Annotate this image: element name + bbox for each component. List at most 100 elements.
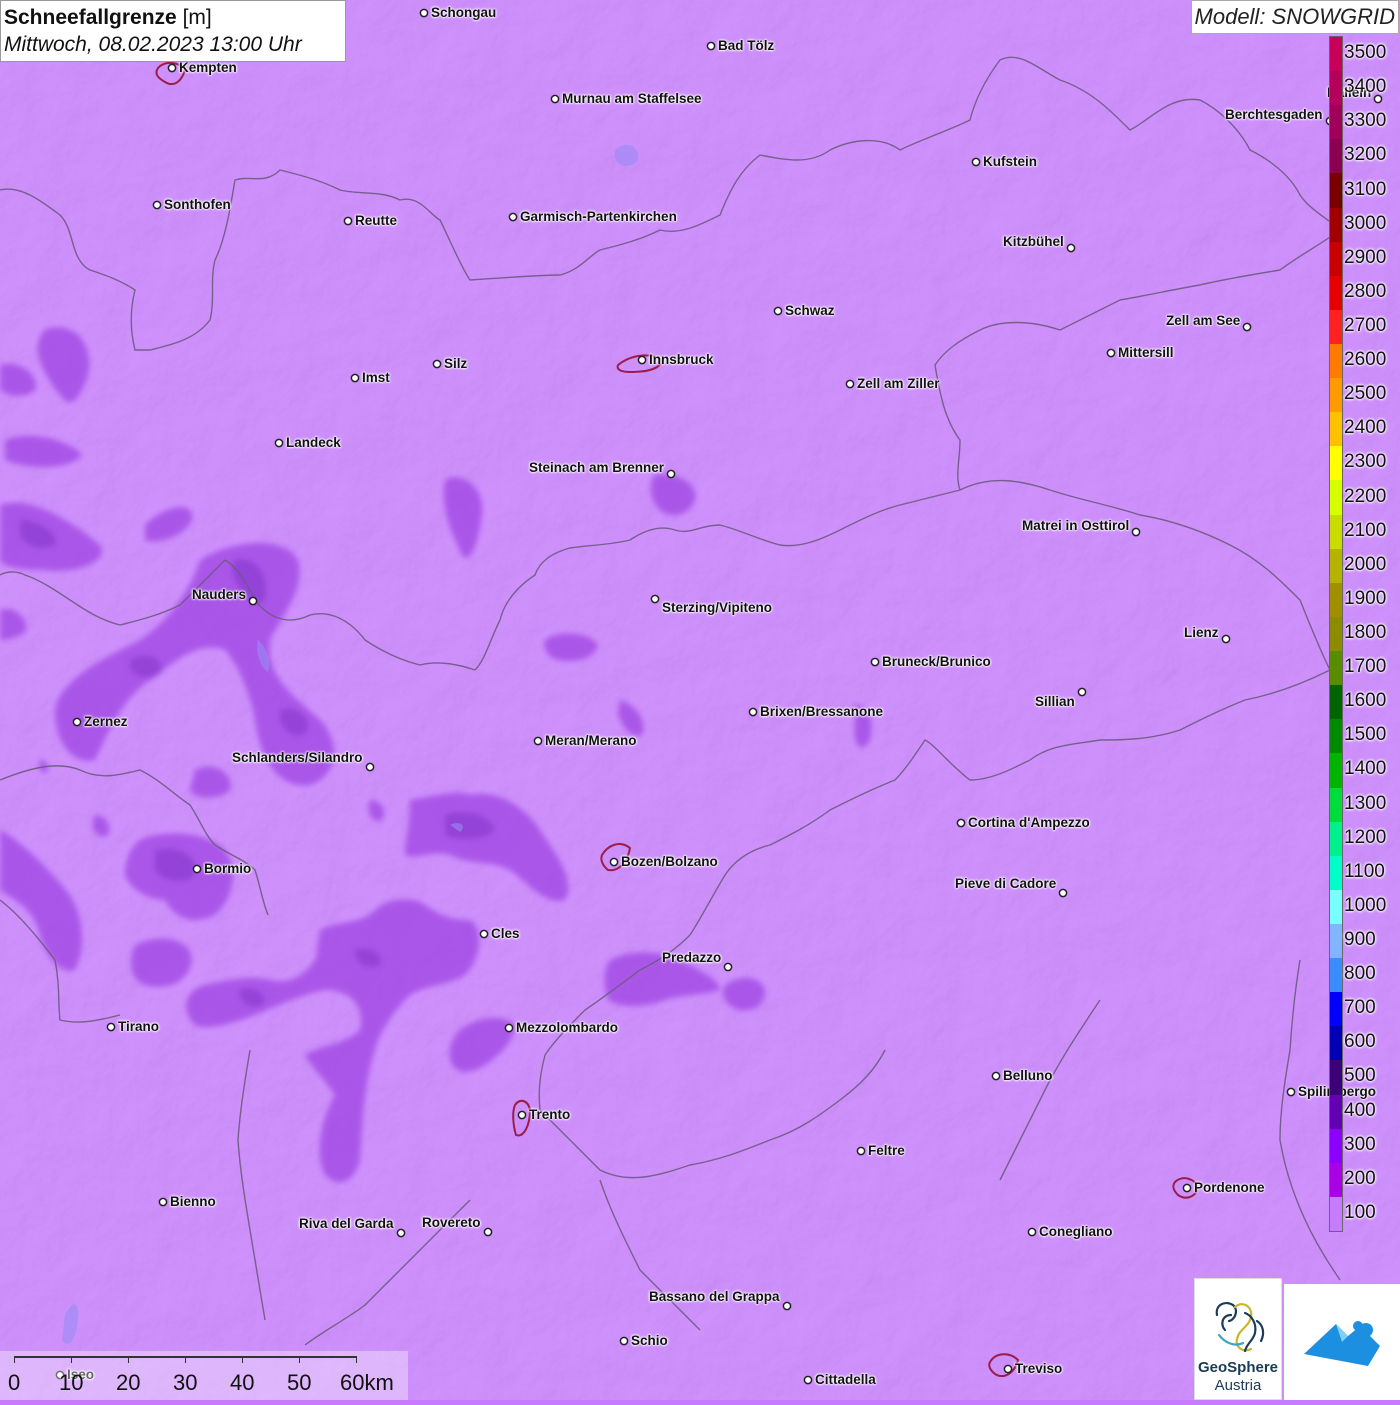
place-marker-icon: [504, 1023, 514, 1033]
legend-label: 2700: [1344, 314, 1387, 336]
legend-label: 1100: [1344, 860, 1385, 882]
place-marker-icon: [748, 707, 758, 717]
geosphere-logo[interactable]: GeoSphere Austria: [1194, 1278, 1282, 1400]
legend-step: [1330, 275, 1342, 311]
place-label[interactable]: Brixen/Bressanone: [760, 704, 883, 720]
place-label[interactable]: Kufstein: [983, 154, 1037, 170]
legend-step: [1330, 821, 1342, 857]
place-label[interactable]: Conegliano: [1039, 1224, 1113, 1240]
place-label[interactable]: Nauders: [192, 587, 246, 603]
legend-label: 3400: [1344, 76, 1387, 98]
legend-label: 900: [1344, 929, 1376, 951]
place-marker-icon: [1131, 527, 1141, 537]
scale-label: 40: [230, 1370, 255, 1395]
place-label[interactable]: Imst: [362, 370, 390, 386]
place-label[interactable]: Feltre: [868, 1143, 905, 1159]
place-marker-icon: [274, 438, 284, 448]
place-label[interactable]: Reutte: [355, 213, 397, 229]
place-marker-icon: [782, 1301, 792, 1311]
place-label[interactable]: Tirano: [118, 1019, 159, 1035]
scale-tick: [71, 1356, 72, 1363]
place-marker-icon: [248, 596, 258, 606]
legend-step: [1330, 1026, 1342, 1061]
legend-label: 2300: [1344, 451, 1387, 473]
legend-label: 1900: [1344, 587, 1387, 609]
snow-app-icon: [1304, 1321, 1380, 1366]
place-label[interactable]: Trento: [529, 1107, 570, 1123]
legend-step: [1330, 1162, 1342, 1198]
place-marker-icon: [533, 736, 543, 746]
place-label[interactable]: Bozen/Bolzano: [621, 854, 718, 870]
place-label[interactable]: Murnau am Staffelsee: [562, 91, 702, 107]
place-label[interactable]: Lienz: [1184, 625, 1219, 641]
place-marker-icon: [517, 1110, 527, 1120]
place-label[interactable]: Riva del Garda: [299, 1216, 394, 1232]
legend-label: 400: [1344, 1099, 1376, 1121]
place-label[interactable]: Bormio: [204, 861, 251, 877]
place-label[interactable]: Cortina d'Ampezzo: [968, 815, 1090, 831]
scale-label: 30: [173, 1370, 198, 1395]
place-marker-icon: [432, 359, 442, 369]
scale-label: 20: [116, 1370, 141, 1395]
place-label[interactable]: Garmisch-Partenkirchen: [520, 209, 677, 225]
place-label[interactable]: Zell am See: [1166, 313, 1240, 329]
place-label[interactable]: Mittersill: [1118, 345, 1174, 361]
place-label[interactable]: Bienno: [170, 1194, 216, 1210]
place-marker-icon: [106, 1022, 116, 1032]
place-label[interactable]: Pordenone: [1194, 1180, 1265, 1196]
place-label[interactable]: Schongau: [431, 5, 496, 21]
place-label[interactable]: Bad Tölz: [718, 38, 774, 54]
legend-step: [1330, 514, 1342, 550]
place-marker-icon: [350, 373, 360, 383]
legend-label: 3100: [1344, 178, 1387, 200]
place-marker-icon: [650, 594, 660, 604]
place-label[interactable]: Rovereto: [422, 1215, 481, 1231]
place-label[interactable]: Zell am Ziller: [857, 376, 940, 392]
place-label[interactable]: Bruneck/Brunico: [882, 654, 991, 670]
place-label[interactable]: Cittadella: [815, 1372, 876, 1388]
place-label[interactable]: Treviso: [1015, 1361, 1062, 1377]
legend-label: 600: [1344, 1031, 1376, 1053]
place-label[interactable]: Landeck: [286, 435, 341, 451]
place-label[interactable]: Schlanders/Silandro: [232, 750, 363, 766]
map-unit: [m]: [182, 6, 212, 29]
place-label[interactable]: Zernez: [84, 714, 128, 730]
place-label[interactable]: Steinach am Brenner: [529, 460, 664, 476]
scale-tick: [14, 1356, 15, 1363]
place-marker-icon: [1066, 243, 1076, 253]
place-label[interactable]: Belluno: [1003, 1068, 1053, 1084]
legend-label: 1600: [1344, 690, 1387, 712]
place-label[interactable]: Kempten: [179, 60, 237, 76]
place-marker-icon: [870, 657, 880, 667]
place-label[interactable]: Schio: [631, 1333, 668, 1349]
place-label[interactable]: Meran/Merano: [545, 733, 637, 749]
legend-label: 800: [1344, 963, 1376, 985]
legend-step: [1330, 139, 1342, 174]
legend-step: [1330, 446, 1342, 481]
legend-step: [1330, 787, 1342, 823]
place-marker-icon: [845, 379, 855, 389]
place-label[interactable]: Silz: [444, 356, 467, 372]
legend-step: [1330, 309, 1342, 345]
place-label[interactable]: Sillian: [1035, 694, 1075, 710]
place-marker-icon: [666, 469, 676, 479]
legend-label: 1500: [1344, 724, 1387, 746]
place-label[interactable]: Innsbruck: [649, 352, 714, 368]
place-label[interactable]: Pieve di Cadore: [955, 876, 1056, 892]
legend-step: [1330, 173, 1342, 209]
place-label[interactable]: Sterzing/Vipiteno: [662, 600, 772, 616]
place-label[interactable]: Bassano del Grappa: [649, 1289, 780, 1305]
place-marker-icon: [396, 1228, 406, 1238]
place-label[interactable]: Berchtesgaden: [1225, 107, 1323, 123]
place-label[interactable]: Predazzo: [662, 950, 721, 966]
place-label[interactable]: Cles: [491, 926, 520, 942]
legend-step: [1330, 1196, 1342, 1232]
place-label[interactable]: Sonthofen: [164, 197, 231, 213]
legend-label: 700: [1344, 997, 1376, 1019]
scale-label: 10: [59, 1370, 84, 1395]
place-label[interactable]: Mezzolombardo: [516, 1020, 618, 1036]
place-label[interactable]: Schwaz: [785, 303, 835, 319]
app-logo[interactable]: [1284, 1284, 1400, 1400]
place-label[interactable]: Matrei in Osttirol: [1022, 518, 1129, 534]
place-label[interactable]: Kitzbühel: [1003, 234, 1064, 250]
